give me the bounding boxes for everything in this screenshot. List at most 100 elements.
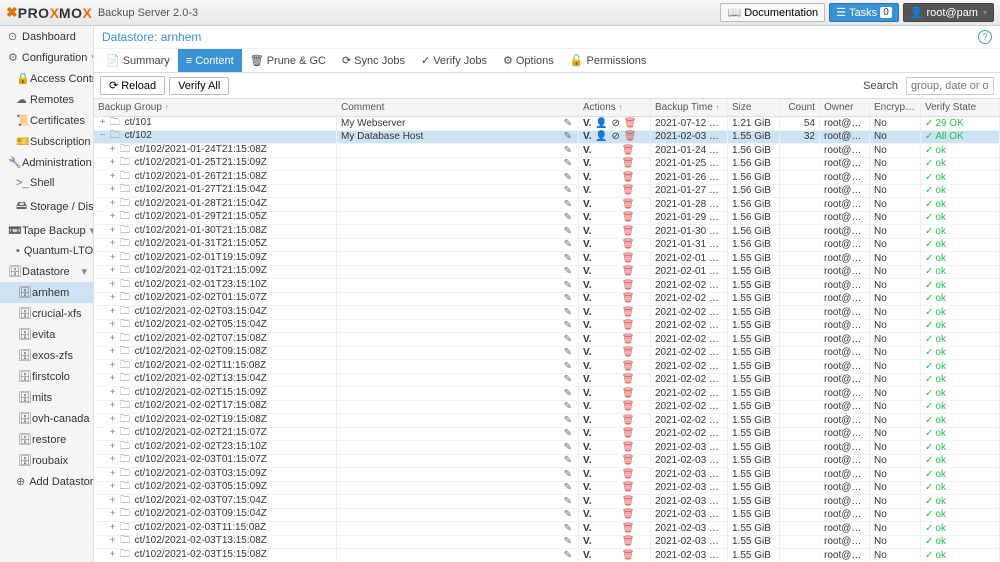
verify-icon[interactable]: V. — [583, 388, 592, 399]
expand-toggle-icon[interactable]: + — [108, 373, 117, 384]
verify-icon[interactable]: V. — [583, 374, 592, 385]
sidebar-item-tape-backup[interactable]: 📼Tape Backup▾ — [0, 220, 93, 241]
tab-verify-jobs[interactable]: ✓Verify Jobs — [413, 49, 495, 72]
trash-icon[interactable]: 🗑 — [622, 361, 635, 372]
owner-icon[interactable]: 👤 — [595, 131, 607, 142]
sidebar-item-datastore[interactable]: 🗄Datastore▾ — [0, 261, 93, 282]
trash-icon[interactable]: 🗑 — [622, 401, 635, 412]
expand-toggle-icon[interactable]: + — [108, 252, 117, 263]
trash-icon[interactable]: 🗑 — [622, 280, 635, 291]
tab-summary[interactable]: 📄Summary — [98, 49, 178, 72]
col-encrypted[interactable]: Encrypted — [870, 99, 921, 116]
user-menu-button[interactable]: 👤root@pam — [903, 3, 994, 22]
search-input[interactable] — [906, 77, 994, 95]
sidebar-item-ovh-canada[interactable]: 🗄ovh-canada — [0, 408, 93, 429]
expand-toggle-icon[interactable]: + — [108, 346, 117, 357]
trash-icon[interactable]: 🗑 — [622, 320, 635, 331]
trash-icon[interactable]: 🗑 — [622, 172, 635, 183]
trash-icon[interactable]: 🗑 — [622, 523, 635, 534]
permissions-icon[interactable]: ⊘ — [612, 118, 620, 129]
sidebar-item-firstcolo[interactable]: 🗄firstcolo — [0, 366, 93, 387]
sidebar-item-subscription[interactable]: 🎫Subscription — [0, 131, 93, 152]
expand-toggle-icon[interactable]: + — [108, 387, 117, 398]
verify-icon[interactable]: V. — [583, 226, 592, 237]
edit-icon[interactable]: ✎ — [564, 118, 572, 129]
sidebar-item-access-control[interactable]: 🔒Access Control — [0, 68, 93, 89]
col-backup-time[interactable]: Backup Time ↑ — [651, 99, 728, 116]
sidebar-item-roubaix[interactable]: 🗄roubaix — [0, 450, 93, 471]
expand-toggle-icon[interactable]: + — [108, 198, 117, 209]
verify-icon[interactable]: V. — [583, 361, 592, 372]
expand-toggle-icon[interactable]: + — [108, 495, 117, 506]
verify-all-button[interactable]: Verify All — [169, 77, 229, 95]
expand-toggle-icon[interactable]: + — [108, 306, 117, 317]
edit-icon[interactable]: ✎ — [564, 482, 572, 493]
sidebar-item-remotes[interactable]: ☁Remotes — [0, 89, 93, 110]
edit-icon[interactable]: ✎ — [564, 172, 572, 183]
sidebar-item-storage-disks[interactable]: 🖴Storage / Disks — [0, 193, 93, 220]
edit-icon[interactable]: ✎ — [564, 523, 572, 534]
expand-toggle-icon[interactable]: + — [108, 225, 117, 236]
sidebar-item-evita[interactable]: 🗄evita — [0, 324, 93, 345]
expand-toggle-icon[interactable]: + — [108, 414, 117, 425]
trash-icon[interactable]: 🗑 — [622, 442, 635, 453]
sidebar-item-certificates[interactable]: 📜Certificates — [0, 110, 93, 131]
verify-icon[interactable]: V. — [583, 482, 592, 493]
grid-body[interactable]: + 🗀 ct/101My Webserver✎V. 👤 ⊘ 🗑2021-07-1… — [94, 117, 1000, 562]
trash-icon[interactable]: 🗑 — [622, 266, 635, 277]
sidebar-item-administration[interactable]: 🔧Administration▾ — [0, 152, 93, 173]
tab-permissions[interactable]: 🔓Permissions — [562, 49, 655, 72]
col-backup-group[interactable]: Backup Group ↑ — [94, 99, 337, 116]
verify-icon[interactable]: V. — [583, 442, 592, 453]
verify-icon[interactable]: V. — [583, 253, 592, 264]
trash-icon[interactable]: 🗑 — [622, 482, 635, 493]
col-owner[interactable]: Owner — [820, 99, 870, 116]
edit-icon[interactable]: ✎ — [564, 334, 572, 345]
tab-prune-gc[interactable]: 🗑Prune & GC — [242, 49, 334, 72]
sidebar-item-restore[interactable]: 🗄restore — [0, 429, 93, 450]
sidebar-item-exos-zfs[interactable]: 🗄exos-zfs — [0, 345, 93, 366]
edit-icon[interactable]: ✎ — [564, 496, 572, 507]
trash-icon[interactable]: 🗑 — [622, 158, 635, 169]
sidebar-item-shell[interactable]: >_Shell — [0, 173, 93, 193]
verify-icon[interactable]: V. — [583, 401, 592, 412]
trash-icon[interactable]: 🗑 — [622, 509, 635, 520]
col-actions[interactable]: Actions ↑ — [579, 99, 651, 116]
verify-icon[interactable]: V. — [583, 158, 592, 169]
trash-icon[interactable]: 🗑 — [622, 347, 635, 358]
edit-icon[interactable]: ✎ — [564, 158, 572, 169]
expand-toggle-icon[interactable]: + — [108, 535, 117, 546]
tasks-button[interactable]: ☰Tasks0 — [829, 3, 899, 22]
trash-icon[interactable]: 🗑 — [622, 536, 635, 547]
trash-icon[interactable]: 🗑 — [622, 388, 635, 399]
verify-icon[interactable]: V. — [583, 347, 592, 358]
tab-content[interactable]: ≡Content — [178, 49, 242, 72]
col-verify-state[interactable]: Verify State — [921, 99, 1000, 116]
expand-toggle-icon[interactable]: + — [108, 427, 117, 438]
edit-icon[interactable]: ✎ — [564, 388, 572, 399]
edit-icon[interactable]: ✎ — [564, 415, 572, 426]
expand-toggle-icon[interactable]: + — [108, 184, 117, 195]
trash-icon[interactable]: 🗑 — [622, 334, 635, 345]
tab-options[interactable]: ⚙Options — [495, 49, 562, 72]
sidebar-item-add-datastore[interactable]: ⊕Add Datastore — [0, 471, 93, 492]
col-size[interactable]: Size — [728, 99, 780, 116]
owner-icon[interactable]: 👤 — [595, 118, 607, 129]
verify-icon[interactable]: V. — [583, 145, 592, 156]
edit-icon[interactable]: ✎ — [564, 428, 572, 439]
verify-icon[interactable]: V. — [583, 185, 592, 196]
verify-icon[interactable]: V. — [583, 509, 592, 520]
expand-toggle-icon[interactable]: − — [98, 130, 107, 141]
verify-icon[interactable]: V. — [583, 293, 592, 304]
expand-toggle-icon[interactable]: + — [108, 441, 117, 452]
edit-icon[interactable]: ✎ — [564, 536, 572, 547]
col-comment[interactable]: Comment — [337, 99, 579, 116]
sidebar-item-configuration[interactable]: ⚙Configuration▾ — [0, 47, 93, 68]
expand-toggle-icon[interactable]: + — [108, 279, 117, 290]
edit-icon[interactable]: ✎ — [564, 347, 572, 358]
trash-icon[interactable]: 🗑 — [622, 239, 635, 250]
expand-toggle-icon[interactable]: + — [108, 157, 117, 168]
trash-icon[interactable]: 🗑 — [622, 212, 635, 223]
edit-icon[interactable]: ✎ — [564, 374, 572, 385]
verify-icon[interactable]: V. — [583, 118, 592, 129]
